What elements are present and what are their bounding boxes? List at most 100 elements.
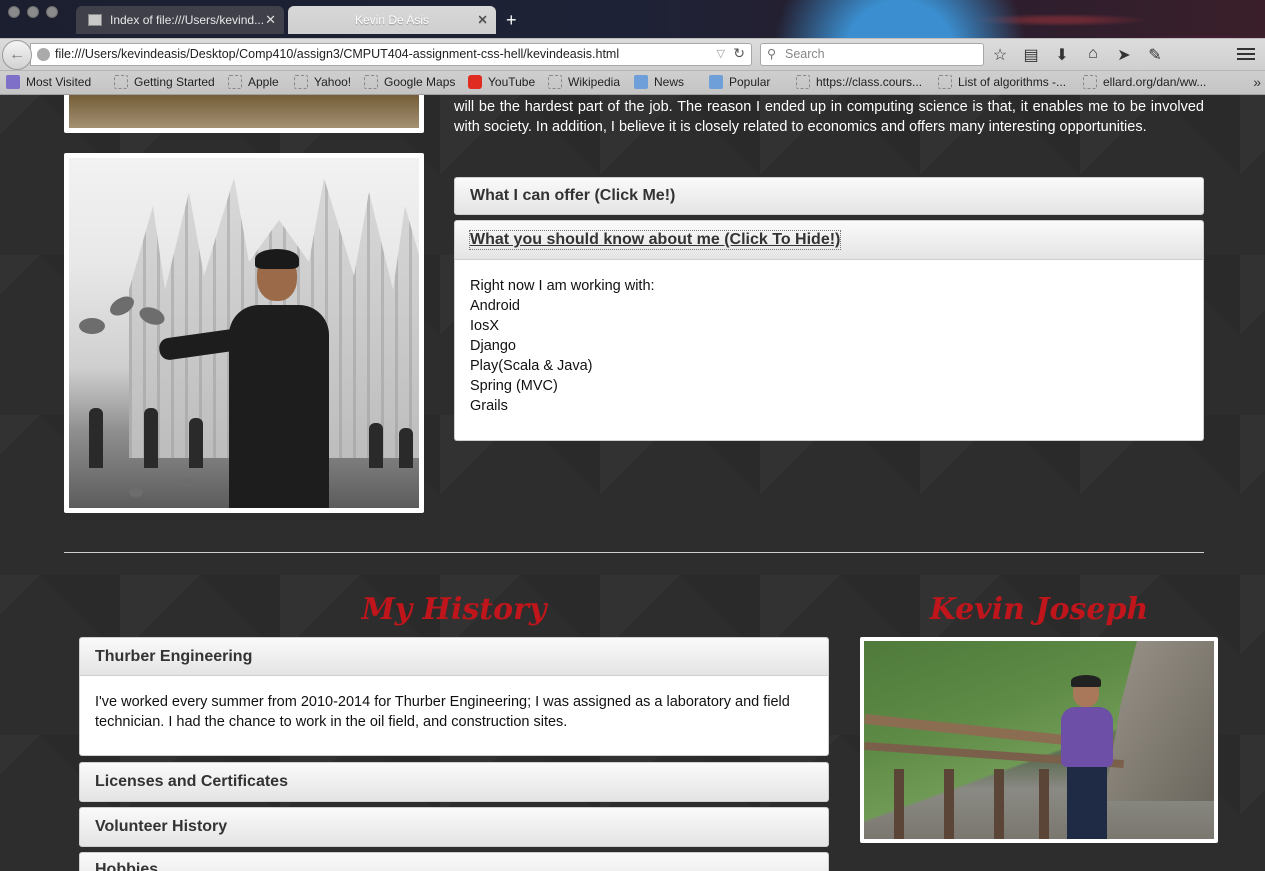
bookmark-label: Google Maps <box>384 75 456 89</box>
know-accordion-panel: Right now I am working with: Android Ios… <box>454 260 1204 441</box>
zoom-window-button[interactable] <box>46 6 58 18</box>
minimize-window-button[interactable] <box>27 6 39 18</box>
page-content: interesting ideas, which I know will be … <box>0 95 1265 871</box>
bookmark-getting-started[interactable]: Getting Started <box>114 75 215 89</box>
page-icon <box>294 75 308 89</box>
bookmark-label: Most Visited <box>26 75 92 89</box>
chevron-right-icon[interactable]: » <box>1253 74 1261 90</box>
milan-image <box>69 158 419 508</box>
bookmark-label: Getting Started <box>134 75 215 89</box>
bookmark-label: List of algorithms -... <box>958 75 1067 89</box>
landscape-photo <box>64 95 424 133</box>
know-intro: Right now I am working with: <box>470 278 655 294</box>
bookmark-popular[interactable]: Popular <box>709 75 770 89</box>
offer-accordion-label: What I can offer (Click Me!) <box>470 187 676 204</box>
tab-title: Kevin De Asis <box>354 13 430 27</box>
bookmark-apple[interactable]: Apple <box>228 75 279 89</box>
offer-accordion-header[interactable]: What I can offer (Click Me!) <box>454 177 1204 215</box>
know-item: Django <box>470 338 516 354</box>
page-icon <box>228 75 242 89</box>
reading-list-icon[interactable]: ▤ <box>1023 45 1039 65</box>
page-icon <box>796 75 810 89</box>
bookmark-yahoo[interactable]: Yahoo! <box>294 75 351 89</box>
most-visited-icon <box>6 75 20 89</box>
bookmark-label: YouTube <box>488 75 536 89</box>
url-text: file:///Users/kevindeasis/Desktop/Comp41… <box>55 47 620 61</box>
page-icon <box>548 75 562 89</box>
know-item: Spring (MVC) <box>470 378 558 394</box>
page-icon <box>938 75 952 89</box>
bookmark-list-of-algorithms[interactable]: List of algorithms -... <box>938 75 1066 89</box>
bookmark-label: Yahoo! <box>314 75 352 89</box>
bookmark-news[interactable]: News <box>634 75 684 89</box>
bookmarks-toolbar: Most Visited Getting Started Apple Yahoo… <box>0 70 1265 95</box>
bookmark-wikipedia[interactable]: Wikipedia <box>548 75 620 89</box>
bookmark-google-maps[interactable]: Google Maps <box>364 75 455 89</box>
tab-index[interactable]: Index of file:///Users/kevind... ✕ <box>76 6 284 34</box>
thurber-description: I've worked every summer from 2010-2014 … <box>95 694 790 730</box>
bookmark-label: News <box>654 75 685 89</box>
thurber-accordion-header[interactable]: Thurber Engineering <box>79 637 829 676</box>
kevin-photo <box>860 637 1218 843</box>
milan-photo <box>64 153 424 513</box>
bookmark-most-visited[interactable]: Most Visited <box>6 75 91 89</box>
bookmark-label: Popular <box>729 75 771 89</box>
know-accordion-header[interactable]: What you should know about me (Click To … <box>454 220 1204 260</box>
home-icon[interactable]: ⌂ <box>1085 45 1101 65</box>
extension-icon[interactable]: ✎ <box>1147 45 1163 65</box>
back-button[interactable]: ← <box>2 40 32 70</box>
new-tab-icon[interactable]: + <box>506 10 517 31</box>
folder-icon <box>709 75 723 89</box>
thurber-accordion-label: Thurber Engineering <box>95 647 253 665</box>
back-arrow-icon: ← <box>9 46 25 63</box>
send-icon[interactable]: ➤ <box>1116 45 1132 65</box>
person-figure <box>1059 671 1119 839</box>
know-item: IosX <box>470 318 500 334</box>
person-figure <box>157 249 329 508</box>
landscape-image <box>69 95 419 128</box>
history-title: My History <box>361 592 547 627</box>
kevin-image <box>864 641 1214 839</box>
close-icon[interactable]: ✕ <box>477 12 488 28</box>
page-icon <box>1083 75 1097 89</box>
folder-icon <box>634 75 648 89</box>
bookmark-label: Wikipedia <box>568 75 621 89</box>
know-item: Play(Scala & Java) <box>470 358 593 374</box>
hobbies-accordion-header[interactable]: Hobbies <box>79 852 829 871</box>
know-item: Grails <box>470 398 508 414</box>
volunteer-accordion-label: Volunteer History <box>95 818 228 835</box>
youtube-icon <box>468 75 482 89</box>
bookmark-youtube[interactable]: YouTube <box>468 75 535 89</box>
know-accordion-label[interactable]: What you should know about me (Click To … <box>468 230 842 250</box>
tab-bar: Index of file:///Users/kevind... ✕ Kevin… <box>0 0 1265 38</box>
bookmark-label: ellard.org/dan/ww... <box>1103 75 1207 89</box>
close-window-button[interactable] <box>8 6 20 18</box>
downloads-icon[interactable]: ⬇ <box>1054 45 1070 65</box>
page-icon <box>114 75 128 89</box>
licenses-accordion-label: Licenses and Certificates <box>95 773 288 790</box>
volunteer-accordion-header[interactable]: Volunteer History <box>79 807 829 847</box>
navigation-bar: file:///Users/kevindeasis/Desktop/Comp41… <box>0 38 1265 70</box>
url-bar[interactable]: file:///Users/kevindeasis/Desktop/Comp41… <box>30 43 752 66</box>
search-input[interactable]: ⚲ Search <box>760 43 984 66</box>
close-icon[interactable]: ✕ <box>265 12 276 28</box>
reload-icon[interactable]: ↻ <box>733 44 745 64</box>
licenses-accordion-header[interactable]: Licenses and Certificates <box>79 762 829 802</box>
tab-title: Index of file:///Users/kevind... <box>110 13 265 27</box>
menu-icon[interactable] <box>1237 45 1255 63</box>
bookmark-class-coursera[interactable]: https://class.cours... <box>796 75 922 89</box>
globe-icon <box>37 48 50 61</box>
profile-name-title: Kevin Joseph <box>929 592 1149 627</box>
search-placeholder: Search <box>785 47 825 61</box>
section-divider <box>64 552 1204 553</box>
bookmark-label: Apple <box>248 75 279 89</box>
hobbies-accordion-label: Hobbies <box>95 861 159 871</box>
toolbar-icons: ☆ ▤ ⬇ ⌂ ➤ ✎ <box>992 45 1163 65</box>
know-item: Android <box>470 298 520 314</box>
bookmark-star-icon[interactable]: ☆ <box>992 45 1008 65</box>
page-icon <box>88 14 102 26</box>
history-dropdown-icon[interactable]: ▽ <box>717 44 725 65</box>
bookmark-ellard[interactable]: ellard.org/dan/ww... <box>1083 75 1206 89</box>
tab-kevin-de-asis[interactable]: Kevin De Asis ✕ <box>288 6 496 34</box>
bookmark-label: https://class.cours... <box>816 75 923 89</box>
